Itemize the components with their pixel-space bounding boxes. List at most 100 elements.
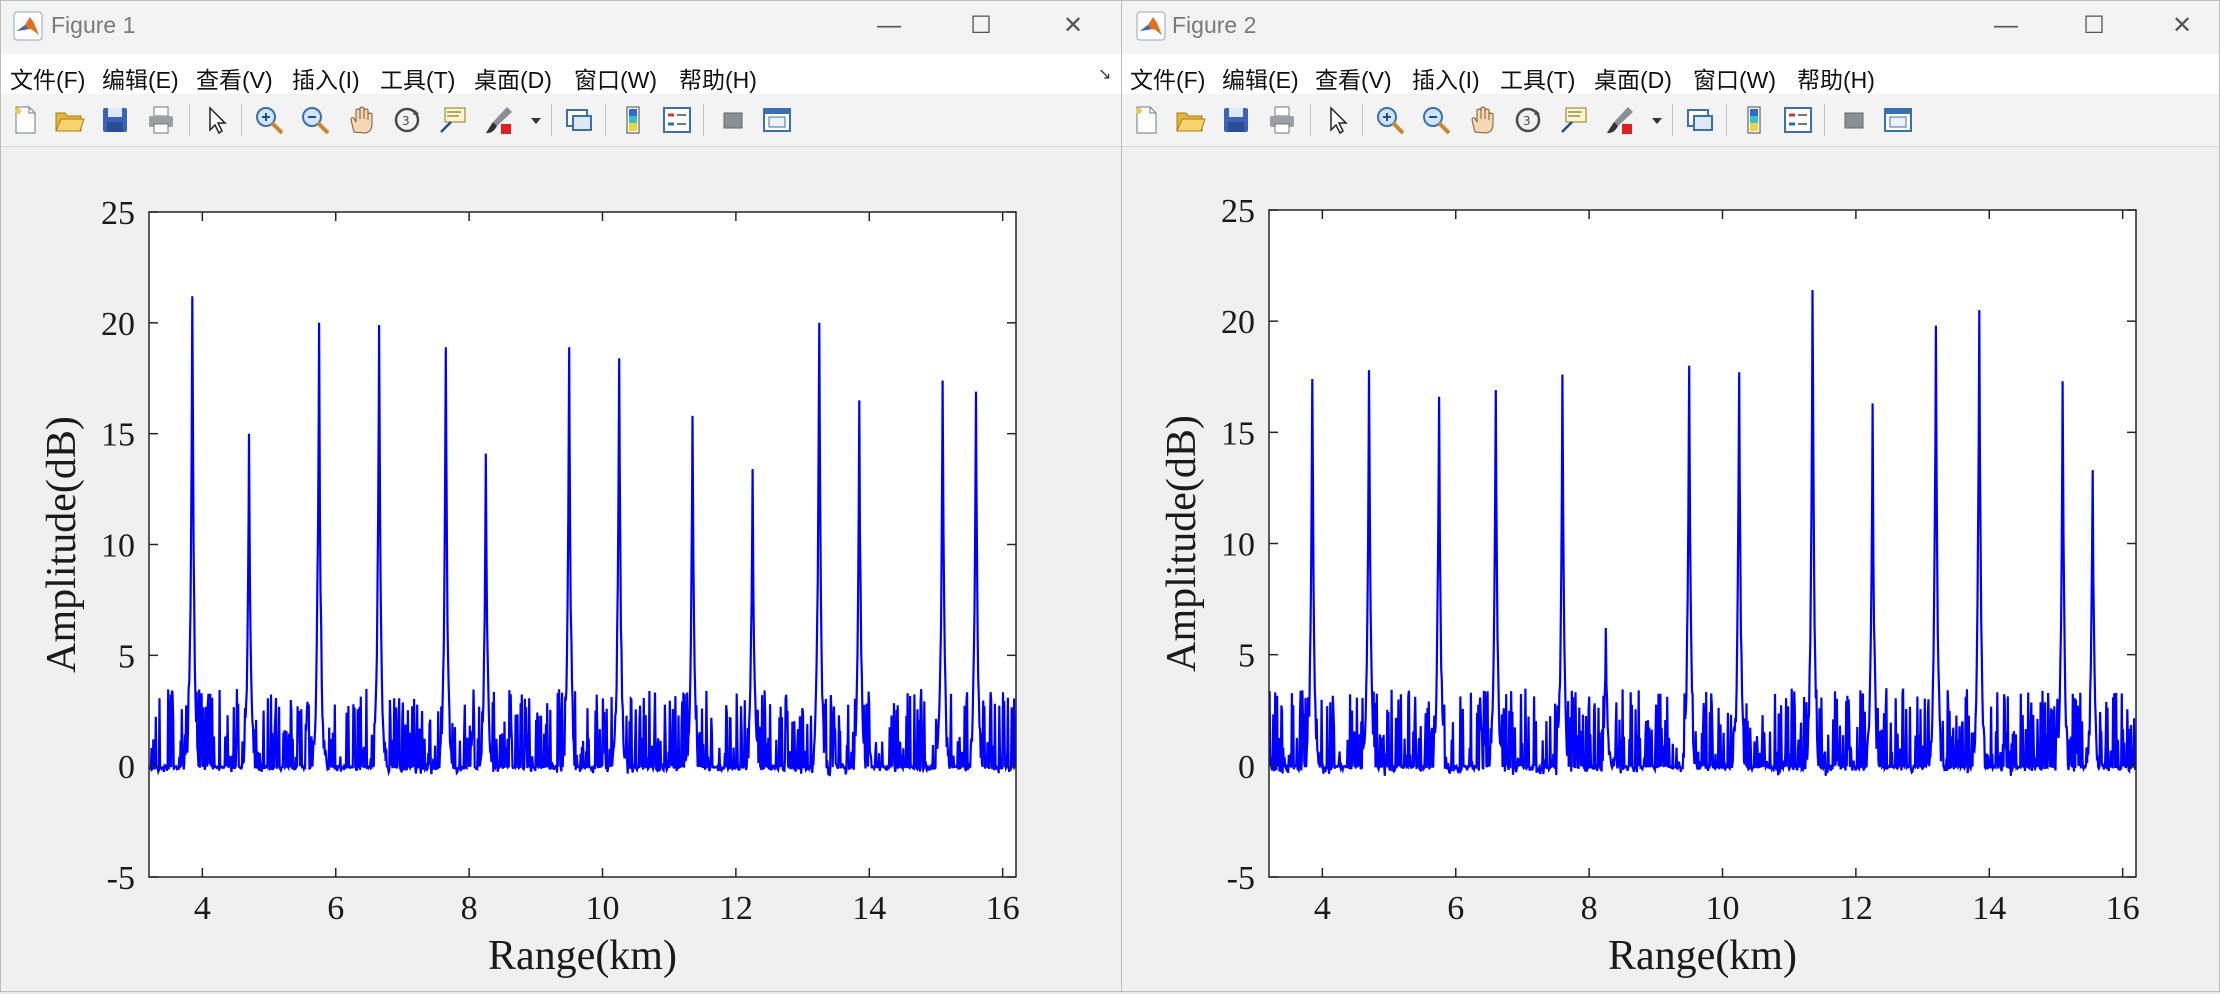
menu-file[interactable]: 文件(F) [10,61,85,95]
maximize-button[interactable]: ☐ [2062,7,2126,45]
peak-point [1736,369,1742,375]
show-plot-tools-icon[interactable] [1882,104,1914,136]
plot-area[interactable] [149,212,1016,877]
menu-insert[interactable]: 插入(I) [292,61,360,95]
toolbar-separator [189,104,190,136]
toolbar: 3 [1,94,1121,147]
link-plot-icon[interactable] [563,104,595,136]
new-figure-icon[interactable] [9,104,41,136]
x-tick-label: 14 [1972,890,2006,927]
menu-view[interactable]: 查看(V) [196,61,273,95]
rotate-3d-icon[interactable]: 3 [391,104,423,136]
y-tick-label: -5 [1227,860,1255,897]
brush-icon[interactable] [1604,104,1636,136]
maximize-button[interactable]: ☐ [949,7,1013,45]
toolbar: 3 [1122,94,2219,147]
open-file-icon[interactable] [1174,104,1206,136]
peak-point [483,451,489,457]
x-tick-label: 4 [194,890,211,927]
peak-point [2090,467,2096,473]
x-tick-label: 10 [586,890,620,927]
brush-icon[interactable] [483,104,515,136]
dock-arrow-icon[interactable]: ↘ [1098,64,1111,84]
menu-view[interactable]: 查看(V) [1315,61,1392,95]
menu-insert[interactable]: 插入(I) [1412,61,1480,95]
x-tick-label: 6 [327,890,344,927]
hide-plot-tools-icon[interactable] [1838,104,1870,136]
x-tick-label: 12 [719,890,753,927]
menu-help[interactable]: 帮助(H) [1797,61,1875,95]
figure-window-2: Figure 2 — ☐ ✕ 文件(F) 编辑(E) 查看(V) 插入(I) 工… [1121,0,2220,992]
y-tick-label: 10 [1221,527,1255,564]
menu-edit[interactable]: 编辑(E) [1222,61,1299,95]
toolbar-separator [241,104,242,136]
zoom-out-icon[interactable] [1420,104,1452,136]
zoom-out-icon[interactable] [299,104,331,136]
save-icon[interactable] [1220,104,1252,136]
minimize-button[interactable]: — [1974,7,2038,45]
title-bar[interactable]: Figure 1 — ☐ ✕ [1,1,1121,54]
pan-hand-icon[interactable] [345,104,377,136]
link-plot-icon[interactable] [1684,104,1716,136]
insert-legend-icon[interactable] [1782,104,1814,136]
x-axis-label: Range(km) [488,933,677,979]
toolbar-separator [703,104,704,136]
svg-text:3: 3 [1523,114,1531,128]
y-axis-label: Amplitude(dB) [1159,415,1205,672]
peak-point [246,431,252,437]
title-bar[interactable]: Figure 2 — ☐ ✕ [1122,1,2219,54]
plot-area[interactable] [1269,210,2136,877]
y-tick-label: 5 [118,638,135,675]
edit-plot-cursor-icon[interactable] [201,104,233,136]
menu-tools[interactable]: 工具(T) [380,61,455,95]
menu-desktop[interactable]: 桌面(D) [474,61,552,95]
rotate-3d-icon[interactable]: 3 [1512,104,1544,136]
window-title: Figure 1 [51,12,136,38]
menu-help[interactable]: 帮助(H) [679,61,757,95]
menu-desktop[interactable]: 桌面(D) [1594,61,1672,95]
chart-figure-2[interactable]: 4 6 8 10 12 14 16 -5 0 5 10 15 20 25 Range(km) Amplitud… [1122,147,2219,991]
toolbar-separator [1672,104,1673,136]
zoom-in-icon[interactable] [253,104,285,136]
matlab-logo-icon [13,11,43,41]
open-file-icon[interactable] [53,104,85,136]
y-axis-label: Amplitude(dB) [39,416,85,673]
x-tick-label: 6 [1447,890,1464,927]
peak-point [616,355,622,361]
insert-colorbar-icon[interactable] [1738,104,1770,136]
menu-file[interactable]: 文件(F) [1130,61,1205,95]
data-cursor-icon[interactable] [1558,104,1590,136]
new-figure-icon[interactable] [1130,104,1162,136]
menu-bar: 文件(F) 编辑(E) 查看(V) 插入(I) 工具(T) 桌面(D) 窗口(W… [1,54,1121,94]
menu-edit[interactable]: 编辑(E) [102,61,179,95]
pan-hand-icon[interactable] [1466,104,1498,136]
x-axis-label: Range(km) [1608,933,1797,979]
data-cursor-icon[interactable] [437,104,469,136]
chart-figure-1[interactable]: 4 6 8 10 12 14 16 -5 0 5 10 15 20 25 Range(km) Amplitud… [1,147,1121,991]
hide-plot-tools-icon[interactable] [717,104,749,136]
brush-dropdown-arrow-icon[interactable] [1650,104,1664,136]
menu-tools[interactable]: 工具(T) [1500,61,1575,95]
menu-window[interactable]: 窗口(W) [574,61,657,95]
peak-point [1976,307,1982,313]
print-icon[interactable] [145,104,177,136]
insert-colorbar-icon[interactable] [617,104,649,136]
peak-point [690,413,696,419]
brush-dropdown-arrow-icon[interactable] [529,104,543,136]
figure-canvas[interactable]: 4 6 8 10 12 14 16 -5 0 5 10 15 20 25 Range(km) Amplitud… [1122,147,2219,991]
insert-legend-icon[interactable] [661,104,693,136]
show-plot-tools-icon[interactable] [761,104,793,136]
toolbar-separator [551,104,552,136]
print-icon[interactable] [1266,104,1298,136]
close-button[interactable]: ✕ [1041,7,1105,45]
close-button[interactable]: ✕ [2150,7,2214,45]
y-tick-label: 5 [1238,638,1255,675]
svg-text:3: 3 [402,114,410,128]
zoom-in-icon[interactable] [1374,104,1406,136]
menu-window[interactable]: 窗口(W) [1693,61,1776,95]
peak-point [1870,400,1876,406]
save-icon[interactable] [99,104,131,136]
minimize-button[interactable]: — [857,7,921,45]
edit-plot-cursor-icon[interactable] [1322,104,1354,136]
figure-canvas[interactable]: 4 6 8 10 12 14 16 -5 0 5 10 15 20 25 Range(km) Amplitud… [1,147,1121,991]
